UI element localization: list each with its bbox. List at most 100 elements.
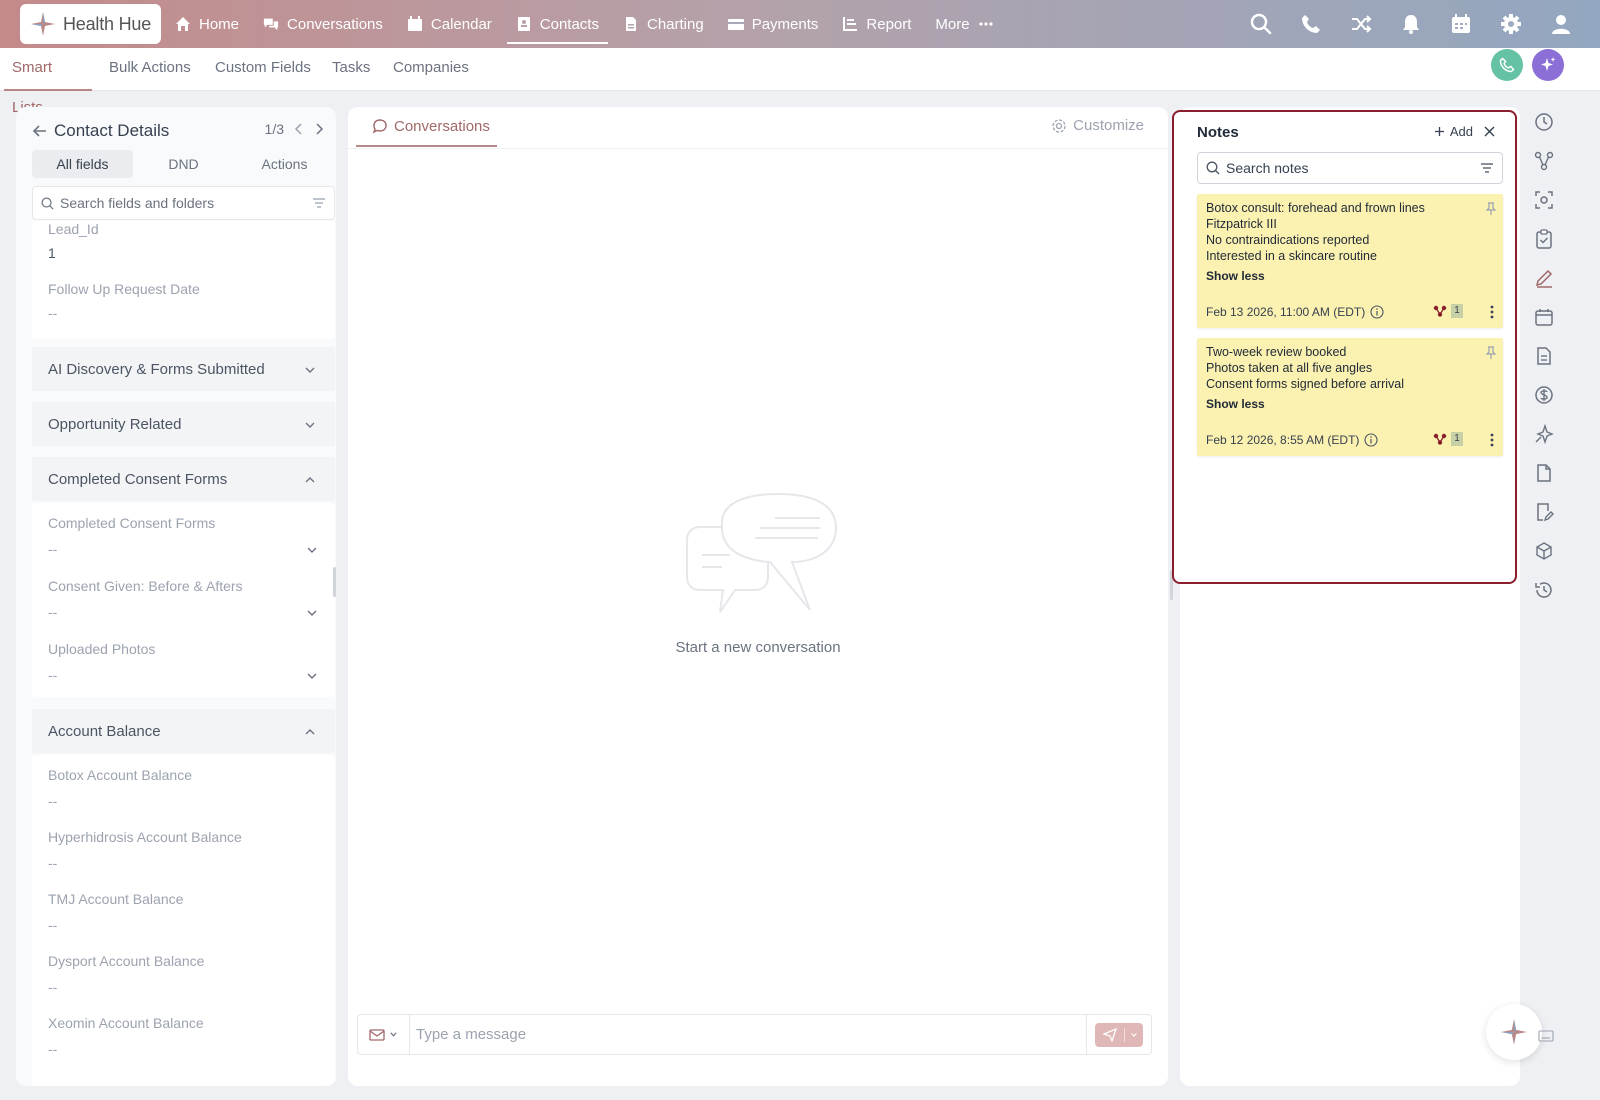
settings-button[interactable] <box>1500 13 1522 35</box>
tab-actions[interactable]: Actions <box>234 150 335 178</box>
pin-note-button[interactable] <box>1485 202 1497 216</box>
send-options-button[interactable] <box>1125 1031 1143 1039</box>
field-value[interactable]: -- <box>48 855 57 871</box>
field-value[interactable]: -- <box>48 541 57 557</box>
nav-label: Home <box>199 15 240 33</box>
notes-search <box>1197 152 1503 184</box>
panel-resize-handle[interactable] <box>333 567 336 597</box>
phone-button[interactable] <box>1300 13 1322 35</box>
section-consent-forms[interactable]: Completed Consent Forms <box>32 457 335 501</box>
shuffle-button[interactable] <box>1350 13 1372 35</box>
calendar-button[interactable] <box>1450 13 1472 35</box>
send-area <box>1086 1015 1151 1054</box>
notes-search-input[interactable] <box>1226 160 1474 176</box>
tab-custom-fields[interactable]: Custom Fields <box>215 48 311 91</box>
chat-icon <box>263 18 279 31</box>
note-menu-button[interactable] <box>1490 305 1494 319</box>
chevron-down-icon <box>305 422 315 428</box>
assistant-launcher-button[interactable] <box>1486 1004 1542 1060</box>
rail-scan-button[interactable] <box>1534 190 1558 214</box>
channel-select[interactable] <box>358 1015 410 1054</box>
search-button[interactable] <box>1250 13 1272 35</box>
customize-button[interactable]: Customize <box>1051 117 1144 134</box>
document-icon <box>625 17 636 31</box>
close-notes-button[interactable] <box>1484 126 1495 137</box>
field-search-input[interactable] <box>60 195 306 211</box>
chevron-down-icon[interactable] <box>305 543 319 557</box>
relation-count-badge: 1 <box>1451 432 1463 446</box>
note-menu-button[interactable] <box>1490 433 1494 447</box>
chevron-down-icon[interactable] <box>305 606 319 620</box>
call-fab-button[interactable] <box>1491 49 1523 81</box>
next-record-button[interactable] <box>314 123 324 135</box>
send-button[interactable] <box>1095 1022 1143 1047</box>
back-button[interactable] <box>32 123 48 139</box>
tab-smart-lists[interactable]: Smart Lists <box>4 48 92 116</box>
chevron-down-icon <box>305 367 315 373</box>
sparkle-icon <box>1541 57 1556 71</box>
nav-report[interactable]: Report <box>833 0 920 48</box>
nav-charting[interactable]: Charting <box>614 0 713 48</box>
keyboard-icon[interactable] <box>1538 1030 1554 1042</box>
rail-payments-button[interactable] <box>1534 385 1558 409</box>
nav-more[interactable]: More <box>926 0 1002 48</box>
field-value[interactable]: -- <box>48 667 57 683</box>
field-search <box>32 186 335 220</box>
note-card[interactable]: Two-week review booked Photos taken at a… <box>1197 338 1503 456</box>
message-input[interactable] <box>410 1026 1086 1043</box>
chevron-down-icon[interactable] <box>305 669 319 683</box>
prev-record-button[interactable] <box>294 123 304 135</box>
notes-filter-button[interactable] <box>1480 162 1494 174</box>
field-filter-button[interactable] <box>312 197 326 209</box>
add-note-button[interactable]: Add <box>1434 124 1473 139</box>
field-label: Follow Up Request Date <box>48 281 200 297</box>
note-relations[interactable]: 1 <box>1433 432 1463 446</box>
profile-button[interactable] <box>1550 13 1572 35</box>
field-value[interactable]: -- <box>48 917 57 933</box>
arrow-left-icon <box>32 125 46 137</box>
show-less-link[interactable]: Show less <box>1206 269 1265 283</box>
rail-notes-button[interactable] <box>1534 268 1558 292</box>
section-account-balance[interactable]: Account Balance <box>32 709 335 753</box>
calendar-grid-icon <box>1452 14 1470 33</box>
rail-forms-button[interactable] <box>1534 502 1558 526</box>
nav-contacts[interactable]: Contacts <box>506 0 609 48</box>
ai-fab-button[interactable] <box>1532 49 1564 81</box>
info-icon[interactable] <box>1370 305 1384 319</box>
home-icon <box>176 17 190 31</box>
field-value[interactable]: 1 <box>48 245 56 261</box>
field-value[interactable]: -- <box>48 604 57 620</box>
rail-ai-button[interactable] <box>1534 424 1558 448</box>
tab-bulk-actions[interactable]: Bulk Actions <box>109 48 191 91</box>
rail-calendar-button[interactable] <box>1534 307 1558 331</box>
field-value[interactable]: -- <box>48 1041 57 1057</box>
section-ai-discovery[interactable]: AI Discovery & Forms Submitted <box>32 347 335 391</box>
show-less-link[interactable]: Show less <box>1206 397 1265 411</box>
rail-history-button[interactable] <box>1534 580 1558 604</box>
tab-companies[interactable]: Companies <box>393 48 469 91</box>
info-icon[interactable] <box>1364 433 1378 447</box>
nav-payments[interactable]: Payments <box>719 0 828 48</box>
tab-dnd[interactable]: DND <box>133 150 234 178</box>
rail-documents-button[interactable] <box>1534 346 1558 370</box>
tab-all-fields[interactable]: All fields <box>32 150 133 178</box>
field-value[interactable]: -- <box>48 305 57 321</box>
tab-tasks[interactable]: Tasks <box>332 48 370 91</box>
rail-workflow-button[interactable] <box>1534 151 1558 175</box>
nav-home[interactable]: Home <box>166 0 248 48</box>
rail-tasks-button[interactable] <box>1534 229 1558 253</box>
note-relations[interactable]: 1 <box>1433 304 1463 318</box>
notifications-button[interactable] <box>1400 13 1422 35</box>
rail-products-button[interactable] <box>1534 541 1558 565</box>
field-value[interactable]: -- <box>48 793 57 809</box>
nav-conversations[interactable]: Conversations <box>254 0 392 48</box>
pin-note-button[interactable] <box>1485 346 1497 360</box>
app-logo[interactable]: Health Hue <box>20 4 161 44</box>
nav-calendar[interactable]: Calendar <box>398 0 501 48</box>
rail-files-button[interactable] <box>1534 463 1558 487</box>
rail-activity-button[interactable] <box>1534 112 1558 136</box>
note-card[interactable]: Botox consult: forehead and frown lines … <box>1197 194 1503 328</box>
tab-conversations[interactable]: Conversations <box>356 107 497 147</box>
section-opportunity[interactable]: Opportunity Related <box>32 402 335 446</box>
field-value[interactable]: -- <box>48 979 57 995</box>
